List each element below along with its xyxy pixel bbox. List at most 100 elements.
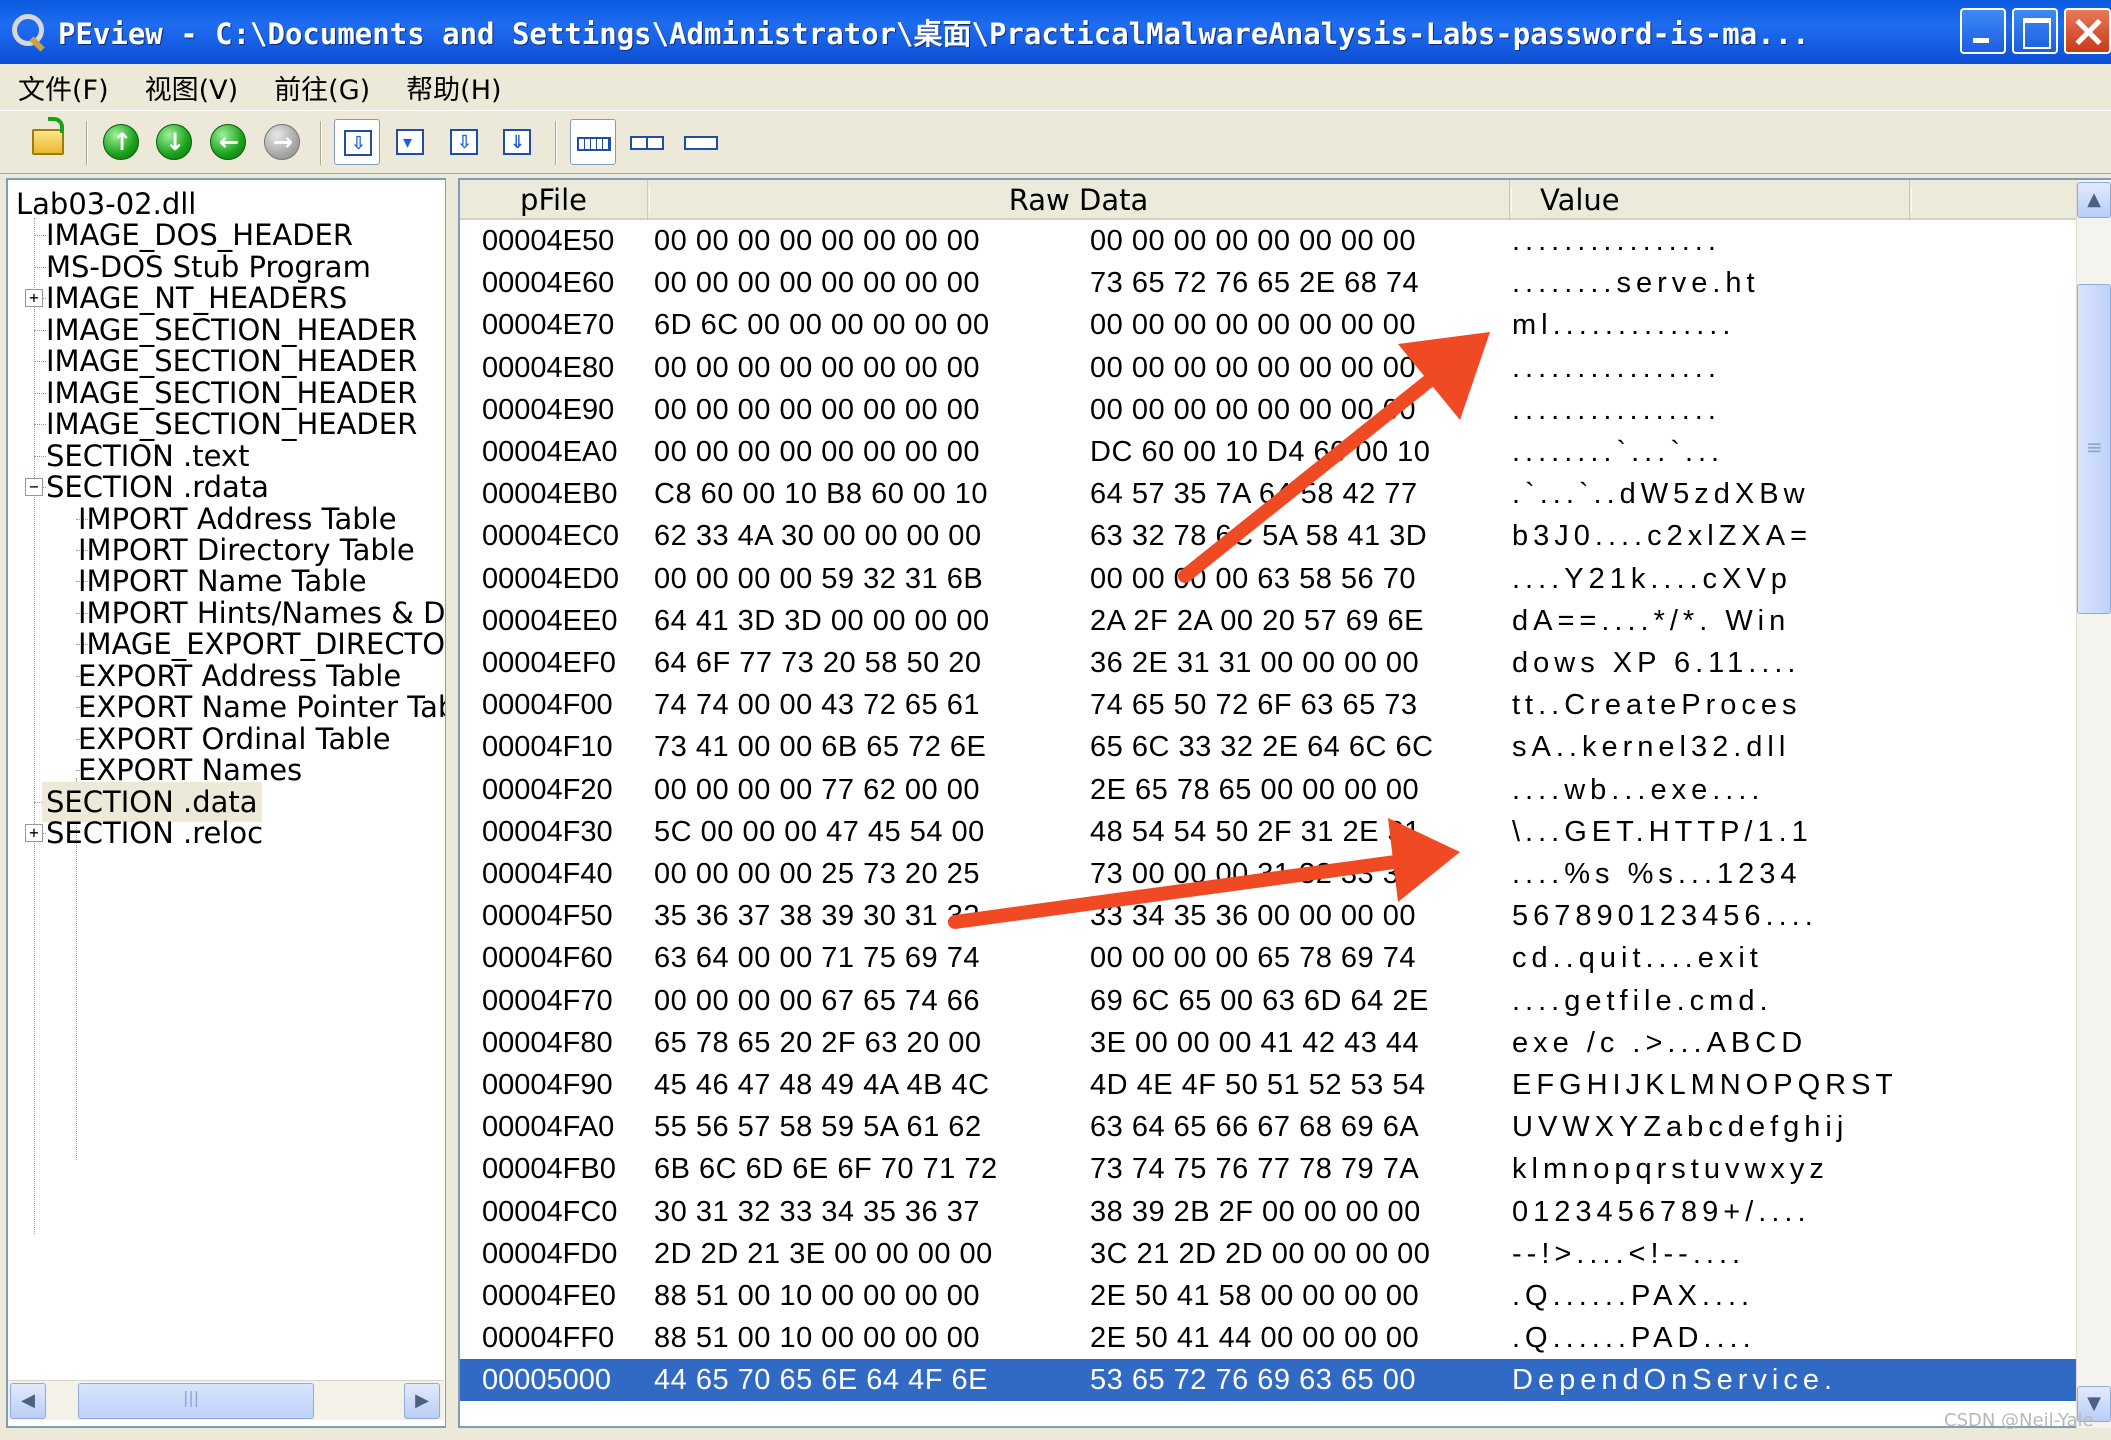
open-file-button[interactable] [26, 117, 72, 165]
row-offset: 00004FB0 [482, 1153, 616, 1186]
row-raw-bytes: 55 56 57 58 59 5A 61 62 [654, 1111, 982, 1144]
forward-button[interactable]: → [259, 119, 305, 165]
table-row[interactable]: 00004FA0 55 56 57 58 59 5A 61 62 63 64 65 … [460, 1106, 2078, 1148]
menu-file[interactable]: 文件(F) [0, 68, 127, 107]
view-header-button[interactable]: ▾ [387, 119, 433, 165]
magnifier-app-icon[interactable] [6, 10, 50, 54]
table-row[interactable]: 00004EF0 64 6F 77 73 20 58 50 20 36 2E 31 … [460, 642, 2078, 684]
row-offset: 00004E60 [482, 267, 615, 300]
table-row[interactable]: 00004F40 00 00 00 00 25 73 20 25 73 00 00 … [460, 853, 2078, 895]
view-hex-icon: ⇩ [344, 130, 372, 156]
scroll-thumb[interactable] [78, 1383, 314, 1419]
table-row[interactable]: 00004EC0 62 33 4A 30 00 00 00 00 63 32 78 … [460, 515, 2078, 557]
table-row[interactable]: 00004E90 00 00 00 00 00 00 00 00 00 00 00 … [460, 389, 2078, 431]
word-width-icon [630, 136, 664, 150]
row-raw-bytes: 00 00 00 00 63 58 56 70 [1090, 562, 1416, 595]
column-header-raw-data[interactable]: Raw Data [648, 180, 1512, 220]
table-row[interactable]: 00004FF0 88 51 00 10 00 00 00 00 2E 50 41 … [460, 1317, 2078, 1359]
watermark: CSDN @Neil-Yale [1944, 1410, 2094, 1431]
row-raw-bytes: 00 00 00 00 65 78 69 74 [1090, 942, 1416, 975]
table-row[interactable]: 00004F30 5C 00 00 00 47 45 54 00 48 54 54 … [460, 811, 2078, 853]
tree-horizontal-scrollbar[interactable]: ◀ ▶ [8, 1380, 444, 1420]
menu-view[interactable]: 视图(V) [127, 68, 257, 107]
scroll-up-arrow-icon[interactable]: ▲ [2077, 182, 2111, 218]
row-raw-bytes: 65 6C 33 32 2E 64 6C 6C [1090, 731, 1434, 764]
row-ascii-value: exe /c .>...ABCD [1512, 1026, 1808, 1059]
row-ascii-value: ....%s %s...1234 [1512, 858, 1802, 890]
table-row[interactable]: 00004F00 74 74 00 00 43 72 65 61 74 65 50 … [460, 684, 2078, 726]
table-row[interactable]: 00004EB0 C8 60 00 10 B8 60 00 10 64 57 35 … [460, 473, 2078, 515]
row-offset: 00004F70 [482, 984, 613, 1017]
row-raw-bytes: 00 00 00 00 00 00 00 00 [1090, 309, 1416, 342]
table-row[interactable]: 00004ED0 00 00 00 00 59 32 31 6B 00 00 00 … [460, 558, 2078, 600]
table-row[interactable]: 00004E70 6D 6C 00 00 00 00 00 00 00 00 00 … [460, 304, 2078, 346]
minimize-button[interactable] [1960, 8, 2006, 54]
row-raw-bytes: 2A 2F 2A 00 20 57 69 6E [1090, 604, 1424, 637]
table-row[interactable]: 00004F10 73 41 00 00 6B 65 72 6E 65 6C 33 … [460, 726, 2078, 768]
row-raw-bytes: 00 00 00 00 00 00 00 00 [1090, 393, 1416, 426]
menu-help[interactable]: 帮助(H) [388, 68, 519, 107]
pane-splitter[interactable] [446, 178, 458, 1428]
table-row[interactable]: 00004F80 65 78 65 20 2F 63 20 00 3E 00 00 … [460, 1022, 2078, 1064]
window-title: PEview - C:\Documents and Settings\Admin… [58, 17, 1810, 51]
table-row[interactable]: 00004FD0 2D 2D 21 3E 00 00 00 00 3C 21 2D … [460, 1233, 2078, 1275]
expand-plus-icon[interactable]: + [25, 289, 43, 308]
table-row[interactable]: 00004F20 00 00 00 00 77 62 00 00 2E 65 78 … [460, 769, 2078, 811]
scroll-right-arrow-icon[interactable]: ▶ [404, 1383, 440, 1419]
row-offset: 00004EA0 [482, 436, 618, 468]
row-raw-bytes: 88 51 00 10 00 00 00 00 [654, 1322, 980, 1355]
word-width-button[interactable] [624, 119, 670, 165]
menu-go[interactable]: 前往(G) [256, 68, 388, 107]
table-row[interactable]: 00004FC0 30 31 32 33 34 35 36 37 38 39 2B … [460, 1191, 2078, 1233]
row-raw-bytes: 63 64 00 00 71 75 69 74 [654, 942, 980, 975]
hex-vertical-scrollbar[interactable]: ▲ ▼ [2076, 180, 2111, 1428]
hex-view[interactable]: pFile Raw Data Value 00004E50 00 00 00 00… [458, 178, 2111, 1428]
row-raw-bytes: 00 00 00 00 00 00 00 00 [654, 393, 980, 426]
row-offset: 00004F20 [482, 773, 613, 806]
row-ascii-value: .Q......PAX.... [1512, 1280, 1755, 1312]
row-raw-bytes: 2E 50 41 44 00 00 00 00 [1090, 1322, 1420, 1355]
close-button[interactable] [2064, 8, 2111, 54]
table-row[interactable]: 00004F90 45 46 47 48 49 4A 4B 4C 4D 4E 4F … [460, 1064, 2078, 1106]
column-header-pfile[interactable]: pFile [460, 180, 650, 220]
down-button[interactable]: ↓ [151, 119, 197, 165]
row-ascii-value: \...GET.HTTP/1.1 [1512, 815, 1813, 848]
row-ascii-value: UVWXYZabcdefghij [1512, 1111, 1849, 1144]
table-row[interactable]: 00004FB0 6B 6C 6D 6E 6F 70 71 72 73 74 75 … [460, 1148, 2078, 1190]
table-row[interactable]: 00004EA0 00 00 00 00 00 00 00 00 DC 60 00 … [460, 431, 2078, 473]
byte-width-button[interactable] [570, 119, 616, 165]
table-row[interactable]: 00004EE0 64 41 3D 3D 00 00 00 00 2A 2F 2A … [460, 600, 2078, 642]
row-ascii-value: ........`...`... [1512, 436, 1725, 468]
collapse-minus-icon[interactable]: − [25, 478, 43, 497]
table-row[interactable]: 00004E50 00 00 00 00 00 00 00 00 00 00 00 … [460, 220, 2078, 262]
scroll-left-arrow-icon[interactable]: ◀ [10, 1383, 46, 1419]
table-row[interactable]: 00004F60 63 64 00 00 71 75 69 74 00 00 00 … [460, 937, 2078, 979]
section-tree[interactable]: Lab03-02.dll IMAGE_DOS_HEADER MS-DOS Stub… [6, 178, 446, 1428]
table-row[interactable]: 00004E80 00 00 00 00 00 00 00 00 00 00 00 … [460, 347, 2078, 389]
maximize-button[interactable] [2012, 8, 2058, 54]
view-hex-button[interactable]: ⇩ [334, 119, 380, 165]
row-raw-bytes: 35 36 37 38 39 30 31 32 [654, 900, 980, 933]
row-ascii-value: tt..CreateProces [1512, 689, 1802, 722]
view-save-icon: ⇩ [450, 129, 478, 155]
dword-width-button[interactable] [678, 119, 724, 165]
row-raw-bytes: 00 00 00 00 00 00 00 00 [1090, 351, 1416, 384]
view-download-button[interactable]: ⇓ [494, 119, 540, 165]
row-raw-bytes: DC 60 00 10 D4 60 00 10 [1090, 436, 1431, 468]
up-arrow-icon: ↑ [103, 124, 139, 160]
row-offset: 00004FD0 [482, 1237, 618, 1270]
back-button[interactable]: ← [205, 119, 251, 165]
view-save-button[interactable]: ⇩ [441, 119, 487, 165]
up-button[interactable]: ↑ [98, 119, 144, 165]
table-row[interactable]: 00005000 44 65 70 65 6E 64 4F 6E 53 65 72 … [460, 1359, 2078, 1402]
table-row[interactable]: 00004E60 00 00 00 00 00 00 00 00 73 65 72 … [460, 262, 2078, 304]
table-row[interactable]: 00004F70 00 00 00 00 67 65 74 66 69 6C 65 … [460, 980, 2078, 1022]
tree-item[interactable]: SECTION .reloc [46, 813, 263, 853]
scroll-thumb[interactable] [2077, 284, 2111, 614]
table-row[interactable]: 00004F50 35 36 37 38 39 30 31 32 33 34 35 … [460, 895, 2078, 937]
column-header-value[interactable]: Value [1510, 180, 1912, 220]
expand-plus-icon[interactable]: + [25, 824, 43, 842]
table-row[interactable]: 00004FE0 88 51 00 10 00 00 00 00 2E 50 41 … [460, 1275, 2078, 1317]
row-ascii-value: b3J0....c2xlZXA= [1512, 520, 1813, 553]
tree-connector [34, 235, 46, 237]
